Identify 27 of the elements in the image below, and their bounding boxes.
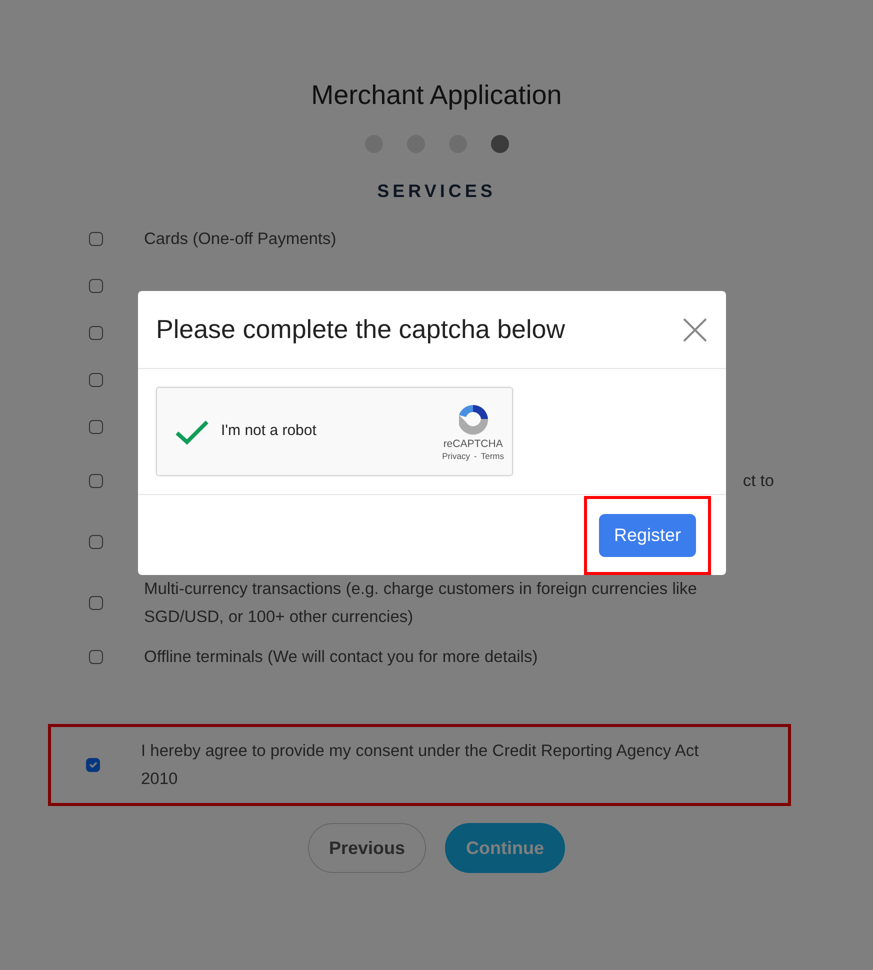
checkbox[interactable]	[86, 758, 100, 772]
service-label: Cards (One-off Payments)	[144, 228, 338, 250]
consent-label: I hereby agree to provide my consent under the Credit Reporting Agency Act 2010	[141, 741, 700, 790]
privacy-link[interactable]: Privacy	[442, 450, 470, 462]
register-button[interactable]: Register	[598, 514, 696, 556]
service-label: Multi-currency transactions (e.g. charge customers in foreign currencies like SGD/USD, or 100+ other currencies)	[144, 578, 698, 628]
modal-title: Please complete the captcha below	[156, 314, 566, 346]
previous-button[interactable]: Previous	[308, 823, 426, 873]
checkbox[interactable]	[89, 420, 103, 434]
checkbox[interactable]	[89, 232, 103, 246]
checkbox[interactable]	[89, 596, 103, 610]
service-label: ct to	[742, 470, 774, 492]
terms-link[interactable]: Terms	[480, 450, 504, 462]
close-icon[interactable]	[682, 316, 708, 342]
recaptcha-brand: reCAPTCHA	[443, 438, 503, 450]
checkmark-icon[interactable]	[175, 418, 209, 444]
checkbox[interactable]	[89, 474, 103, 488]
captcha-label: I'm not a robot	[221, 421, 318, 442]
checkbox[interactable]	[89, 534, 103, 548]
page-title: Merchant Application	[310, 79, 563, 112]
checkbox[interactable]	[89, 326, 103, 340]
service-label: Offline terminals (We will contact you for more details)	[144, 646, 539, 668]
section-heading: SERVICES	[376, 181, 497, 201]
checkbox[interactable]	[89, 650, 103, 664]
checkbox[interactable]	[89, 278, 103, 292]
separator-text: -	[474, 450, 477, 462]
checkbox[interactable]	[89, 372, 103, 386]
